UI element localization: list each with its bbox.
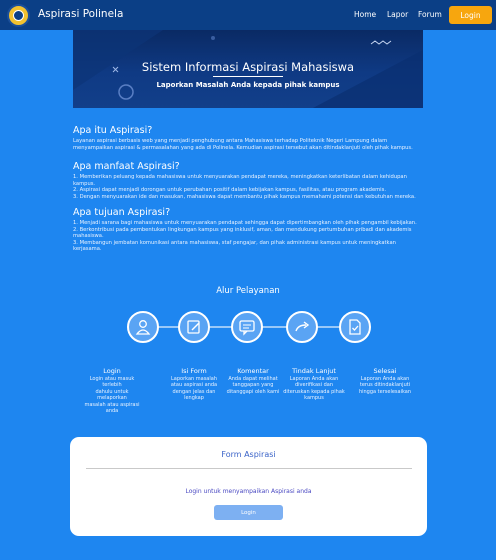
step-desc-tindak-lanjut: Laporan Anda akan diverifikasi dan diter… (282, 376, 346, 402)
step-selesai-circle (339, 311, 371, 343)
step-desc-selesai: Laporan Anda akan terus ditindaklanjuti … (353, 376, 417, 395)
form-card-title: Form Aspirasi (221, 450, 276, 459)
paragraph-tujuan: 1. Menjadi sarana bagi mahasiswa untuk m… (73, 220, 423, 253)
desc-line: hingga terselesaikan (358, 388, 412, 395)
step-title-komentar: Komentar (237, 367, 269, 375)
text-line: Layanan aspirasi berbasis web yang menja… (73, 138, 388, 144)
user-icon (135, 320, 151, 335)
paragraph-manfaat: 1. Memberikan peluang kepada mahasiswa u… (73, 174, 423, 200)
desc-line: dahulu untuk melaporkan (95, 388, 129, 402)
nav-lapor[interactable]: Lapor (387, 10, 408, 19)
nav-forum[interactable]: Forum (418, 10, 442, 19)
text-line: 1. Memberikan peluang kepada mahasiswa u… (73, 174, 407, 180)
banner-divider (213, 76, 283, 77)
navbar: Aspirasi Polinela Home Lapor Forum Login (0, 0, 496, 30)
document-check-icon (349, 319, 361, 335)
text-line: 2. Aspirasi dapat menjadi dorongan untuk… (73, 187, 386, 194)
desc-line: atau aspirasi anda (170, 382, 218, 389)
nav-home[interactable]: Home (354, 10, 376, 19)
text-line: menyampaikan aspirasi & permasalahan yan… (73, 144, 413, 151)
step-komentar-circle (231, 311, 263, 343)
text-line: 1. Menjadi sarana bagi mahasiswa untuk m… (73, 220, 417, 226)
desc-line: lengkap (184, 395, 204, 402)
step-title-tindak-lanjut: Tindak Lanjut (292, 367, 336, 375)
desc-line: kampus (304, 395, 324, 402)
form-card-divider (86, 468, 412, 469)
form-card-login-button[interactable]: Login (214, 505, 283, 520)
form-aspirasi-card: Form Aspirasi Login untuk menyampaikan A… (70, 437, 427, 536)
desc-line: masalah atau aspirasi anda (84, 401, 140, 415)
comment-icon (239, 320, 255, 336)
brand-name[interactable]: Aspirasi Polinela (38, 8, 123, 20)
desc-line: Login atau masuk terlebih (89, 376, 135, 389)
paragraph-apa-itu: Layanan aspirasi berbasis web yang menja… (73, 138, 423, 151)
step-tindak-lanjut-circle (286, 311, 318, 343)
text-line: kampus. (73, 180, 96, 187)
heading-apa-itu: Apa itu Aspirasi? (73, 125, 153, 136)
step-isi-form-circle (178, 311, 210, 343)
banner-subtitle: Laporkan Masalah Anda kepada pihak kampu… (156, 81, 340, 89)
text-line: kerjasama. (73, 246, 102, 253)
step-desc-login: Login atau masuk terlebih dahulu untuk m… (80, 376, 144, 414)
banner-title: Sistem Informasi Aspirasi Mahasiswa (141, 60, 355, 74)
login-button[interactable]: Login (449, 6, 492, 24)
text-line: 2. Berkontribusi pada pembentukan lingku… (73, 226, 412, 233)
edit-form-icon (187, 320, 200, 334)
step-login-circle (127, 311, 159, 343)
heading-tujuan: Apa tujuan Aspirasi? (73, 207, 171, 218)
step-desc-komentar: Anda dapat melihat tanggapan yang ditang… (221, 376, 285, 395)
heading-manfaat: Apa manfaat Aspirasi? (73, 161, 180, 172)
step-title-selesai: Selesai (373, 367, 397, 375)
share-arrow-icon (295, 321, 310, 332)
form-card-login-prompt[interactable]: Login untuk menyampaikan Aspirasi anda (70, 488, 427, 495)
desc-line: ditanggapi oleh kami (226, 388, 280, 395)
step-title-login: Login (103, 367, 121, 375)
desc-line: terus ditindaklanjuti (359, 382, 411, 389)
hero-banner: Sistem Informasi Aspirasi Mahasiswa Lapo… (73, 30, 423, 108)
text-line: mahasiswa. (73, 233, 104, 240)
text-line: 3. Dengan menyuarakan ide dan masukan, m… (73, 193, 416, 200)
polinela-logo[interactable] (7, 4, 30, 27)
alur-title: Alur Pelayanan (216, 286, 280, 296)
step-desc-isi-form: Laporkan masalah atau aspirasi anda deng… (162, 376, 226, 402)
text-line: 3. Membangun jembatan komunikasi antara … (73, 239, 396, 246)
